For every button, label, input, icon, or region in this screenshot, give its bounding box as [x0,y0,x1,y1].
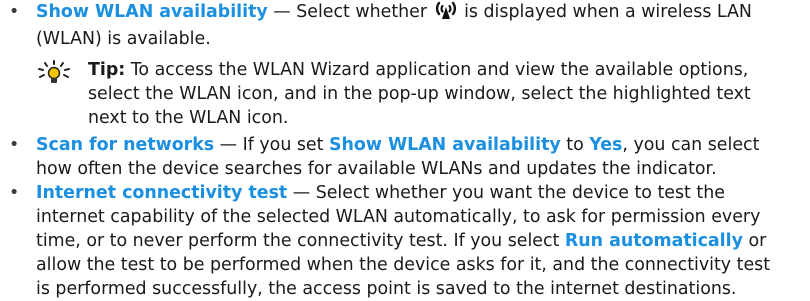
line: internet capability of the selected WLAN… [36,207,761,227]
term-internet-connectivity-test[interactable]: Internet connectivity test [36,183,287,203]
bullet: • [9,135,20,155]
line: how often the device searches for availa… [36,159,717,179]
line: time, or to never perform the connectivi… [36,231,767,251]
line: Tip: To access the WLAN Wizard applicati… [88,60,749,80]
bullet: • [9,183,20,203]
wlan-antenna-icon [435,0,457,27]
link-yes[interactable]: Yes [589,135,622,155]
link-run-automatically[interactable]: Run automatically [565,231,743,251]
term-show-wlan-availability[interactable]: Show WLAN availability [36,2,268,22]
line: Scan for networks — If you set Show WLAN… [36,135,760,155]
tip-text: Tip: To access the WLAN Wizard applicati… [88,58,751,130]
tip-label: Tip: [88,60,126,80]
line: Show WLAN availability — Select whether … [36,0,810,27]
line: is performed successfully, the access po… [36,279,737,299]
lightbulb-tip-icon [36,60,72,93]
line: Internet connectivity test — Select whet… [36,183,725,203]
link-show-wlan-availability[interactable]: Show WLAN availability [329,135,561,155]
term-scan-for-networks[interactable]: Scan for networks [36,135,214,155]
line: select the WLAN icon, and in the pop-up … [88,84,751,104]
line: next to the WLAN icon. [88,108,289,128]
line: allow the test to be performed when the … [36,255,771,275]
bullet: • [9,2,20,22]
line: (WLAN) is available. [36,29,211,49]
document-page: • Show WLAN availability — Select whethe… [0,0,810,299]
